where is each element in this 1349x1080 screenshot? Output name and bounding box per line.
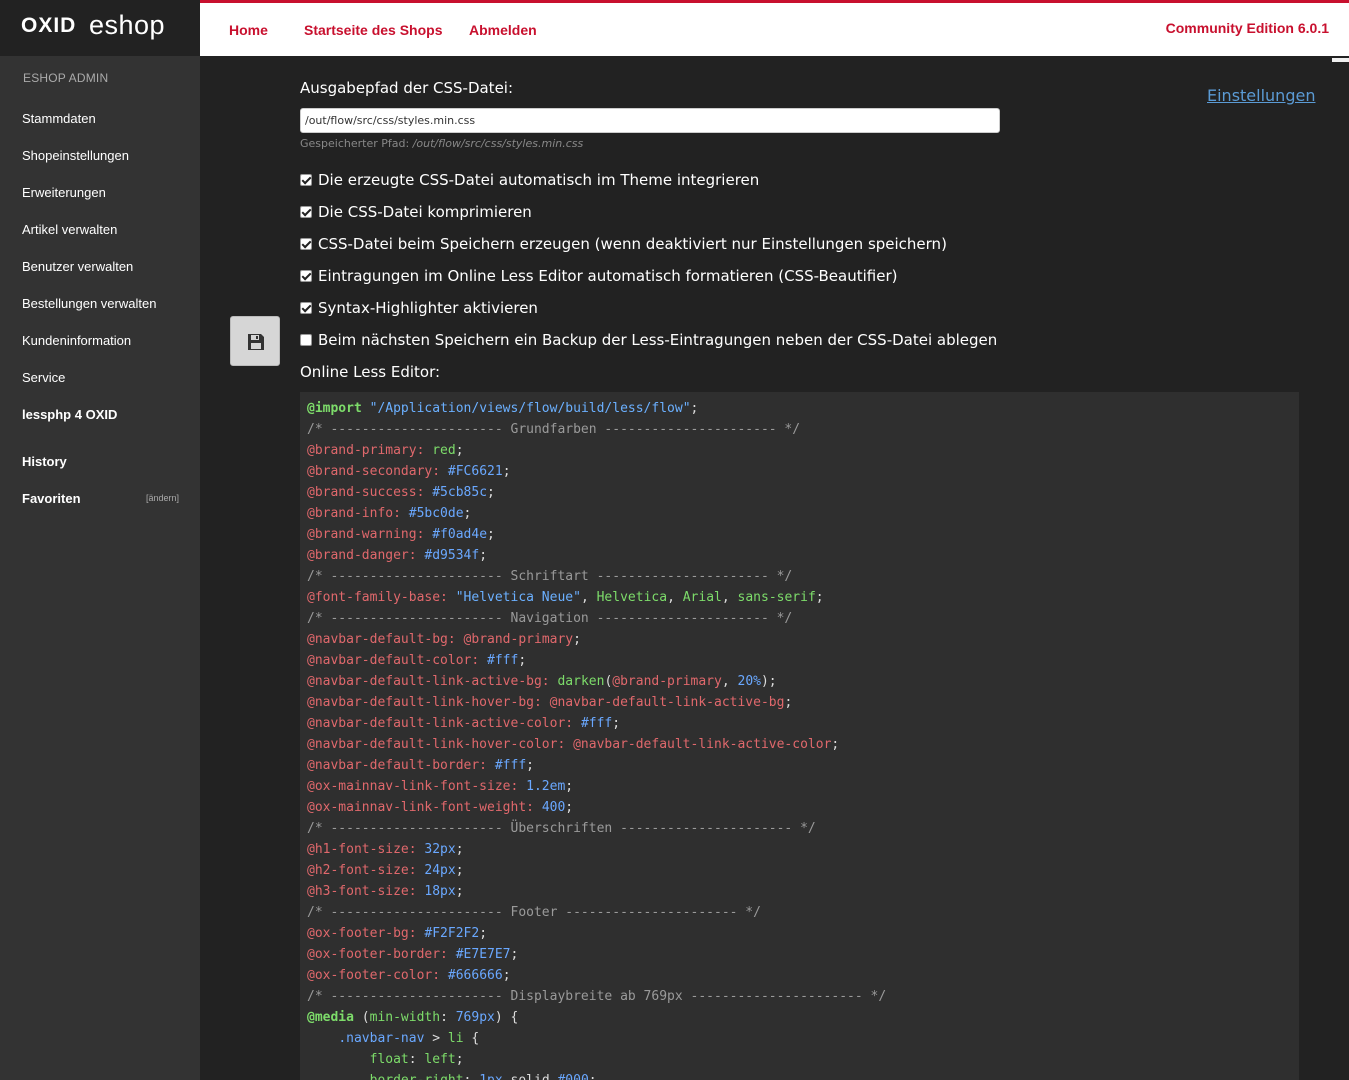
logo-oxid-text: OXID <box>21 14 77 37</box>
code-line: /* ---------------------- Schriftart ---… <box>307 569 793 584</box>
option-label: Die CSS-Datei komprimieren <box>318 203 532 221</box>
saved-path-value: /out/flow/src/css/styles.min.css <box>412 137 584 150</box>
option-checkbox[interactable] <box>300 174 312 186</box>
oxid-eshop-logo[interactable]: OXID eshop <box>0 0 200 59</box>
sidebar-item-shopeinstellungen[interactable]: Shopeinstellungen <box>22 148 129 163</box>
code-line: @navbar-default-link-hover-bg: @navbar-d… <box>307 695 793 710</box>
option-label: Die erzeugte CSS-Datei automatisch im Th… <box>318 171 760 189</box>
code-line: @navbar-default-link-hover-color: @navba… <box>307 737 840 752</box>
option-label: Beim nächsten Speichern ein Backup der L… <box>318 331 998 349</box>
sidebar-item-lessphp[interactable]: lessphp 4 OXID <box>22 407 117 422</box>
sidebar-item-history[interactable]: History <box>22 454 67 469</box>
sidebar-item-service[interactable]: Service <box>22 370 65 385</box>
settings-link[interactable]: Einstellungen <box>1207 86 1315 105</box>
nav-shop-start-link[interactable]: Startseite des Shops <box>304 22 443 38</box>
code-line: @media (min-width: 769px) { <box>307 1010 519 1025</box>
sidebar-item-kundeninformation[interactable]: Kundeninformation <box>22 333 131 348</box>
favorites-edit-link[interactable]: [ändern] <box>146 493 179 503</box>
css-path-label: Ausgabepfad der CSS-Datei: <box>300 79 514 97</box>
code-line: @ox-footer-border: #E7E7E7; <box>307 947 519 962</box>
code-line: @font-family-base: "Helvetica Neue", Hel… <box>307 590 824 605</box>
saved-path-prefix: Gespeicherter Pfad: <box>300 137 410 150</box>
sidebar-item-stammdaten[interactable]: Stammdaten <box>22 111 96 126</box>
option-checkbox[interactable] <box>300 334 312 346</box>
code-line: @ox-mainnav-link-font-size: 1.2em; <box>307 779 574 794</box>
code-line: @h2-font-size: 24px; <box>307 863 464 878</box>
editor-label: Online Less Editor: <box>300 363 441 381</box>
save-button[interactable] <box>230 316 280 366</box>
logo-eshop-text: eshop <box>89 10 166 40</box>
code-line: .navbar-nav > li { <box>338 1031 480 1046</box>
code-line: @navbar-default-link-active-color: #fff; <box>307 716 621 731</box>
sidebar: ESHOP ADMIN Stammdaten Shopeinstellungen… <box>0 56 200 1080</box>
code-line: @ox-footer-color: #666666; <box>307 968 511 983</box>
code-line: @h1-font-size: 32px; <box>307 842 464 857</box>
option-label: CSS-Datei beim Speichern erzeugen (wenn … <box>318 235 947 253</box>
code-line: border-right: 1px solid #000; <box>307 1073 597 1080</box>
sidebar-item-benutzer[interactable]: Benutzer verwalten <box>22 259 133 274</box>
option-label: Eintragungen im Online Less Editor autom… <box>318 267 898 285</box>
code-line: @navbar-default-bg: @brand-primary; <box>307 632 581 647</box>
code-line: /* ---------------------- Grundfarben --… <box>307 422 801 437</box>
sidebar-item-bestellungen[interactable]: Bestellungen verwalten <box>22 296 156 311</box>
code-line: @brand-info: #5bc0de; <box>307 506 472 521</box>
floppy-disk-icon <box>248 334 264 350</box>
code-line: @h3-font-size: 18px; <box>307 884 464 899</box>
sidebar-item-erweiterungen[interactable]: Erweiterungen <box>22 185 106 200</box>
less-code-editor[interactable]: @import "/Application/views/flow/build/l… <box>300 392 1299 1080</box>
code-line: @navbar-default-link-active-bg: darken(@… <box>307 674 777 689</box>
code-line: float: left; <box>369 1052 464 1067</box>
code-line: /* ---------------------- Navigation ---… <box>307 611 793 626</box>
sidebar-item-favoriten[interactable]: Favoriten <box>22 491 81 506</box>
option-label: Syntax-Highlighter aktivieren <box>318 299 538 317</box>
code-line: @ox-footer-bg: #F2F2F2; <box>307 926 488 941</box>
option-checkbox[interactable] <box>300 302 312 314</box>
code-line: @navbar-default-border: #fff; <box>307 758 534 773</box>
nav-logout-link[interactable]: Abmelden <box>469 22 537 38</box>
code-line: @brand-warning: #f0ad4e; <box>307 527 495 542</box>
top-bar: OXID eshop Home Startseite des Shops Abm… <box>0 0 1349 59</box>
code-line: @navbar-default-color: #fff; <box>307 653 527 668</box>
option-checkbox[interactable] <box>300 270 312 282</box>
code-line: /* ---------------------- Displaybreite … <box>307 989 887 1004</box>
sidebar-title: ESHOP ADMIN <box>23 71 109 85</box>
code-line: @brand-danger: #d9534f; <box>307 548 488 563</box>
code-line: @import "/Application/views/flow/build/l… <box>307 401 699 416</box>
css-path-input[interactable] <box>300 108 1000 133</box>
saved-path-info: Gespeicherter Pfad: /out/flow/src/css/st… <box>300 137 583 150</box>
code-line: @brand-secondary: #FC6621; <box>307 464 511 479</box>
nav-home-link[interactable]: Home <box>229 22 268 38</box>
edition-label: Community Edition 6.0.1 <box>1165 20 1329 36</box>
code-line: @ox-mainnav-link-font-weight: 400; <box>307 800 574 815</box>
option-checkbox[interactable] <box>300 206 312 218</box>
scrollbar[interactable] <box>1332 56 1349 1080</box>
code-line: /* ---------------------- Überschriften … <box>307 821 816 836</box>
option-checkbox[interactable] <box>300 238 312 250</box>
sidebar-item-artikel[interactable]: Artikel verwalten <box>22 222 117 237</box>
code-line: @brand-success: #5cb85c; <box>307 485 495 500</box>
code-line: @brand-primary: red; <box>307 443 464 458</box>
code-line: /* ---------------------- Footer -------… <box>307 905 761 920</box>
scrollbar-thumb[interactable] <box>1332 58 1349 62</box>
